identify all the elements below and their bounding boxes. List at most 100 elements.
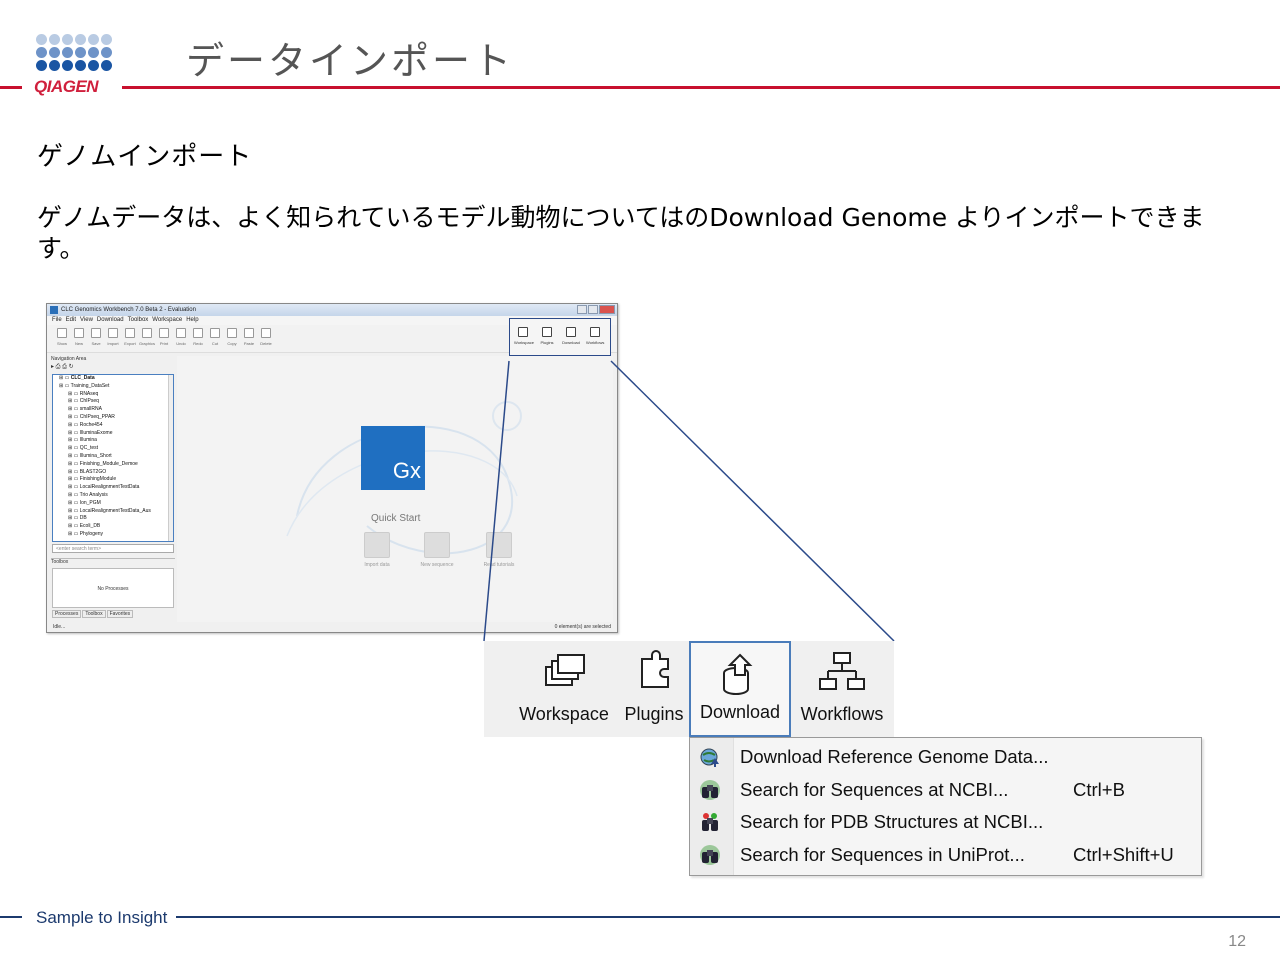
app-menu-item[interactable]: Help xyxy=(186,317,198,323)
process-tab[interactable]: Favorites xyxy=(106,610,134,618)
process-tab[interactable]: Toolbox xyxy=(82,610,106,618)
tree-item[interactable]: ⊞ ▭ FinishingModule xyxy=(56,476,173,484)
toolbar-label: Paste xyxy=(243,341,255,346)
toolbar-button[interactable]: New xyxy=(70,328,88,346)
menu-label: Search for Sequences in UniProt... xyxy=(740,844,1025,865)
toolbar-icon xyxy=(261,328,271,338)
binoculars-icon xyxy=(700,780,720,800)
binoculars-icon xyxy=(700,845,720,865)
toolbar-button[interactable]: Copy xyxy=(223,328,241,346)
tree-item-label: DB xyxy=(79,515,87,522)
workflows-label: Workflows xyxy=(800,704,884,724)
toolbar-button[interactable]: Export xyxy=(121,328,139,346)
header-rule-left xyxy=(0,86,22,89)
plugins-button[interactable]: Plugins xyxy=(620,641,688,737)
tree-item[interactable]: ⊞ ▭ IlluminaExome xyxy=(56,430,173,438)
toolbar-button[interactable]: Graphics xyxy=(138,328,156,346)
toolbar-right-button[interactable]: Workflows xyxy=(586,327,604,345)
menu-item-search-ncbi-sequences[interactable]: Search for Sequences at NCBI... Ctrl+B xyxy=(690,773,1201,805)
nav-search-input[interactable]: <enter search term> xyxy=(52,544,174,553)
section-subtitle: ゲノムインポート xyxy=(37,142,253,172)
new-sequence-button[interactable]: New sequence xyxy=(417,532,457,568)
globe-download-icon xyxy=(700,748,719,767)
toolbar-label: Undo xyxy=(176,341,186,346)
toolbar-button[interactable]: Undo xyxy=(172,328,190,346)
tree-item-label: Phylogeny xyxy=(79,530,104,537)
toolbar-button[interactable]: Delete xyxy=(257,328,275,346)
tree-item[interactable]: ⊞ ▭ smallRNA xyxy=(56,406,173,414)
folder-icon: ⊞ ▭ xyxy=(68,515,80,522)
toolbar-right-button[interactable]: Workspace xyxy=(514,327,534,345)
folder-icon: ⊞ ▭ xyxy=(68,413,80,420)
app-menu-item[interactable]: Download xyxy=(97,317,124,323)
app-window-title: CLC Genomics Workbench 7.0 Beta 2 - Eval… xyxy=(61,307,196,313)
workflows-button[interactable]: Workflows xyxy=(794,641,890,737)
read-tutorials-button[interactable]: Read tutorials xyxy=(479,532,519,568)
toolbar-icon xyxy=(159,328,169,338)
folder-icon: ⊞ ▭ xyxy=(68,452,80,459)
tree-item[interactable]: ⊞ ▭ RNAseq xyxy=(56,391,173,399)
app-menu-item[interactable]: View xyxy=(80,317,93,323)
tree-item[interactable]: ⊞ ▭ Phylogeny xyxy=(56,531,173,539)
tree-item-label: Ion_PGM xyxy=(79,499,101,506)
toolbar-button[interactable]: Print xyxy=(155,328,173,346)
toolbar-button[interactable]: Show xyxy=(53,328,71,346)
footer-tagline: Sample to Insight xyxy=(36,908,168,927)
tree-item[interactable]: ⊞ ▭ Training_DataSet xyxy=(56,383,173,391)
menu-label: Search for PDB Structures at NCBI... xyxy=(740,811,1044,832)
status-right: 0 element(s) are selected xyxy=(554,624,611,630)
toolbar-button[interactable]: Save xyxy=(87,328,105,346)
download-icon xyxy=(723,653,753,695)
tree-item[interactable]: ⊞ ▭ LocalRealignmentTestData xyxy=(56,484,173,492)
tree-item[interactable]: ⊞ ▭ Trio Analysis xyxy=(56,492,173,500)
footer-rule-left xyxy=(0,916,22,918)
toolbar-button[interactable]: Cut xyxy=(206,328,224,346)
navigation-tree[interactable]: ⊞ ▭ CLC_Data ⊞ ▭ Training_DataSet ⊞ ▭ RNAs… xyxy=(52,374,174,542)
tree-item[interactable]: ⊞ ▭ ChIPseq xyxy=(56,398,173,406)
toolbar-right-button[interactable]: Plugins xyxy=(538,327,556,345)
tree-item[interactable]: ⊞ ▭ ChIPseq_PPAR xyxy=(56,414,173,422)
tree-item[interactable]: ⊞ ▭ CLC_Data xyxy=(56,375,173,383)
tree-item-label: Training_DataSet xyxy=(70,382,110,389)
menu-item-search-pdb-structures[interactable]: Search for PDB Structures at NCBI... xyxy=(690,805,1201,837)
toolbar-button[interactable]: Paste xyxy=(240,328,258,346)
toolbar-label: Show xyxy=(56,341,67,346)
tree-item[interactable]: ⊞ ▭ Ecoli_DB xyxy=(56,523,173,531)
app-menu-item[interactable]: File xyxy=(52,317,62,323)
tree-item[interactable]: ⊞ ▭ LocalRealignmentTestData_Aus xyxy=(56,508,173,516)
tree-item[interactable]: ⊞ ▭ DB xyxy=(56,515,173,523)
app-toolbar-right-highlight: Workspace Plugins Download Workflows xyxy=(509,318,611,356)
maximize-button[interactable] xyxy=(588,305,598,314)
toolbar-label: Plugins xyxy=(540,340,554,345)
close-button[interactable] xyxy=(599,305,615,314)
app-menu-item[interactable]: Edit xyxy=(66,317,76,323)
app-menu-item[interactable]: Workspace xyxy=(152,317,182,323)
tree-item[interactable]: ⊞ ▭ BLAST2GO xyxy=(56,469,173,477)
import-data-button[interactable]: Import data xyxy=(357,532,397,568)
minimize-button[interactable] xyxy=(577,305,587,314)
menu-item-search-uniprot[interactable]: Search for Sequences in UniProt... Ctrl+… xyxy=(690,838,1201,870)
logo-text: QIAGEN xyxy=(34,77,99,96)
workspace-button[interactable]: Workspace xyxy=(512,641,616,737)
toolbar-right-button[interactable]: Download xyxy=(562,327,580,345)
toolbar-button[interactable]: Redo xyxy=(189,328,207,346)
import-icon xyxy=(364,532,390,558)
process-tab[interactable]: Processes xyxy=(52,610,82,618)
tree-item[interactable]: ⊞ ▭ Illumina xyxy=(56,437,173,445)
toolbar-button[interactable]: Import xyxy=(104,328,122,346)
tree-item[interactable]: ⊞ ▭ QC_test xyxy=(56,445,173,453)
tree-item[interactable]: ⊞ ▭ Ion_PGM xyxy=(56,500,173,508)
tree-item[interactable]: ⊞ ▭ Illumina_Short xyxy=(56,453,173,461)
menu-label: Download Reference Genome Data... xyxy=(740,746,1049,767)
tree-item-label: IlluminaExome xyxy=(79,429,113,436)
processes-panel: No Processes xyxy=(52,568,174,608)
app-menu-item[interactable]: Toolbox xyxy=(128,317,149,323)
download-button[interactable]: Download xyxy=(689,641,791,737)
workspace-label: Workspace xyxy=(519,704,609,724)
tree-item[interactable]: ⊞ ▭ Roche454 xyxy=(56,422,173,430)
tree-scrollbar[interactable] xyxy=(168,375,173,541)
folder-icon: ⊞ ▭ xyxy=(68,445,80,452)
menu-item-download-reference-genome[interactable]: Download Reference Genome Data... xyxy=(690,740,1201,772)
tree-item[interactable]: ⊞ ▭ Finishing_Module_Demoe xyxy=(56,461,173,469)
toolbar-icon xyxy=(142,328,152,338)
